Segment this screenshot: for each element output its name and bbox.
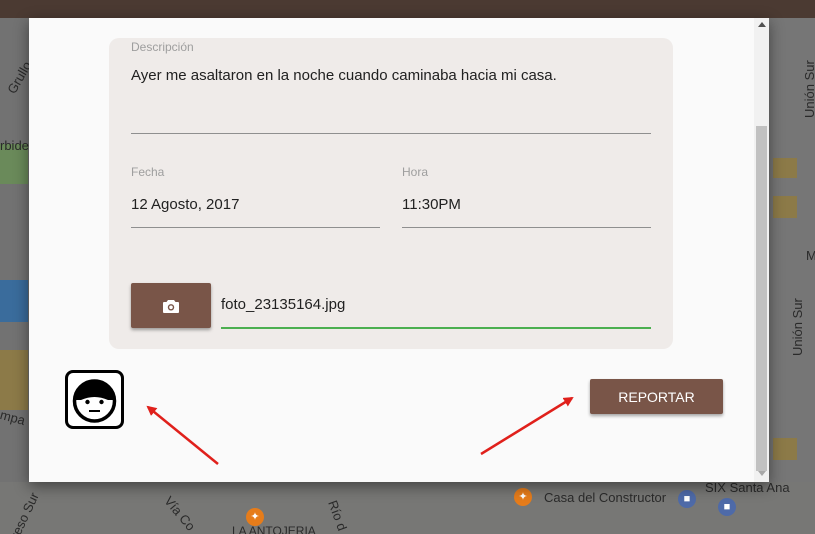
restaurant-pin-icon[interactable]: ✦ [246, 508, 264, 526]
map-label-union-sur: Unión Sur [790, 298, 805, 356]
map-label-urbide: rbide [0, 138, 29, 153]
map-label-union-sur-top: Unión Sur [802, 60, 815, 118]
map-label-casa-constructor: Casa del Constructor [544, 490, 667, 505]
date-label: Fecha [131, 165, 165, 179]
top-app-bar [0, 0, 815, 18]
report-form-card: Descripción Ayer me asaltaron en la noch… [109, 38, 673, 349]
map-label-la-antojeria: LA ANTOJERIA [232, 524, 316, 534]
map-area [773, 438, 797, 460]
photo-upload-button[interactable] [131, 283, 211, 328]
app-logo [65, 370, 124, 429]
time-field[interactable]: 11:30PM [402, 196, 461, 213]
description-field[interactable]: Ayer me asaltaron en la noche cuando cam… [131, 67, 557, 84]
date-field[interactable]: 12 Agosto, 2017 [131, 196, 239, 213]
shopping-pin-icon[interactable]: ■ [678, 490, 696, 508]
description-underline [131, 133, 651, 134]
time-label: Hora [402, 165, 429, 179]
map-area [773, 196, 797, 218]
report-dialog: Descripción Ayer me asaltaron en la noch… [29, 18, 769, 482]
map-road [0, 482, 815, 534]
shopping-pin-icon[interactable]: ■ [718, 498, 736, 516]
map-area [773, 158, 797, 178]
scroll-up-arrow-icon[interactable] [758, 22, 766, 27]
map-water [0, 280, 28, 322]
map-label-m: M [806, 248, 815, 263]
map-area [0, 350, 28, 410]
masked-face-icon [72, 379, 117, 423]
date-underline [131, 227, 380, 228]
photo-filename-underline [221, 327, 651, 329]
scroll-down-arrow-icon[interactable] [758, 471, 766, 476]
photo-filename-field[interactable]: foto_23135164.jpg [221, 296, 345, 313]
scrollbar-thumb[interactable] [756, 126, 767, 471]
dialog-scrollbar[interactable] [754, 18, 769, 482]
description-label: Descripción [131, 40, 194, 54]
time-underline [402, 227, 651, 228]
report-button[interactable]: REPORTAR [590, 379, 723, 414]
map-label-six-santa-ana: SIX Santa Ana [705, 480, 790, 495]
camera-icon [163, 299, 179, 313]
restaurant-pin-icon[interactable]: ✦ [514, 488, 532, 506]
